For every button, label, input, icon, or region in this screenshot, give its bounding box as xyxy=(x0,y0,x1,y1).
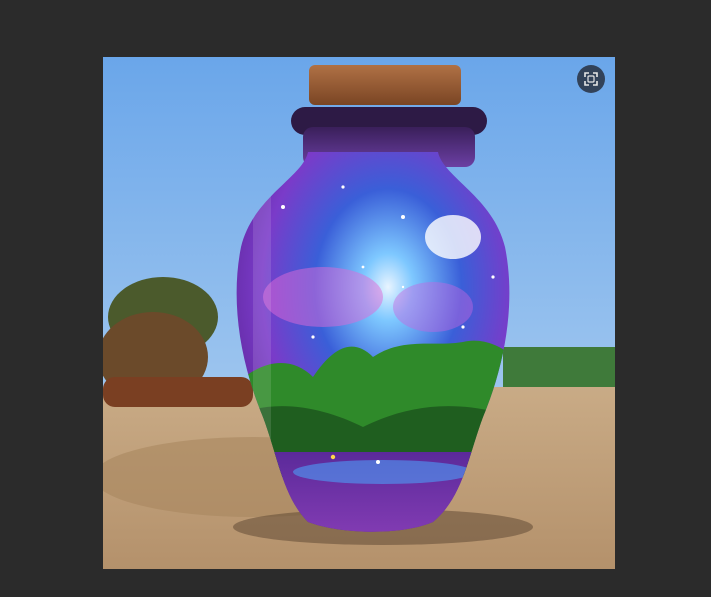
fullscreen-button[interactable] xyxy=(577,65,605,93)
expand-icon xyxy=(584,72,598,86)
galaxy-jar-image xyxy=(103,57,615,569)
generated-image[interactable] xyxy=(103,57,615,569)
image-viewer xyxy=(0,0,711,597)
